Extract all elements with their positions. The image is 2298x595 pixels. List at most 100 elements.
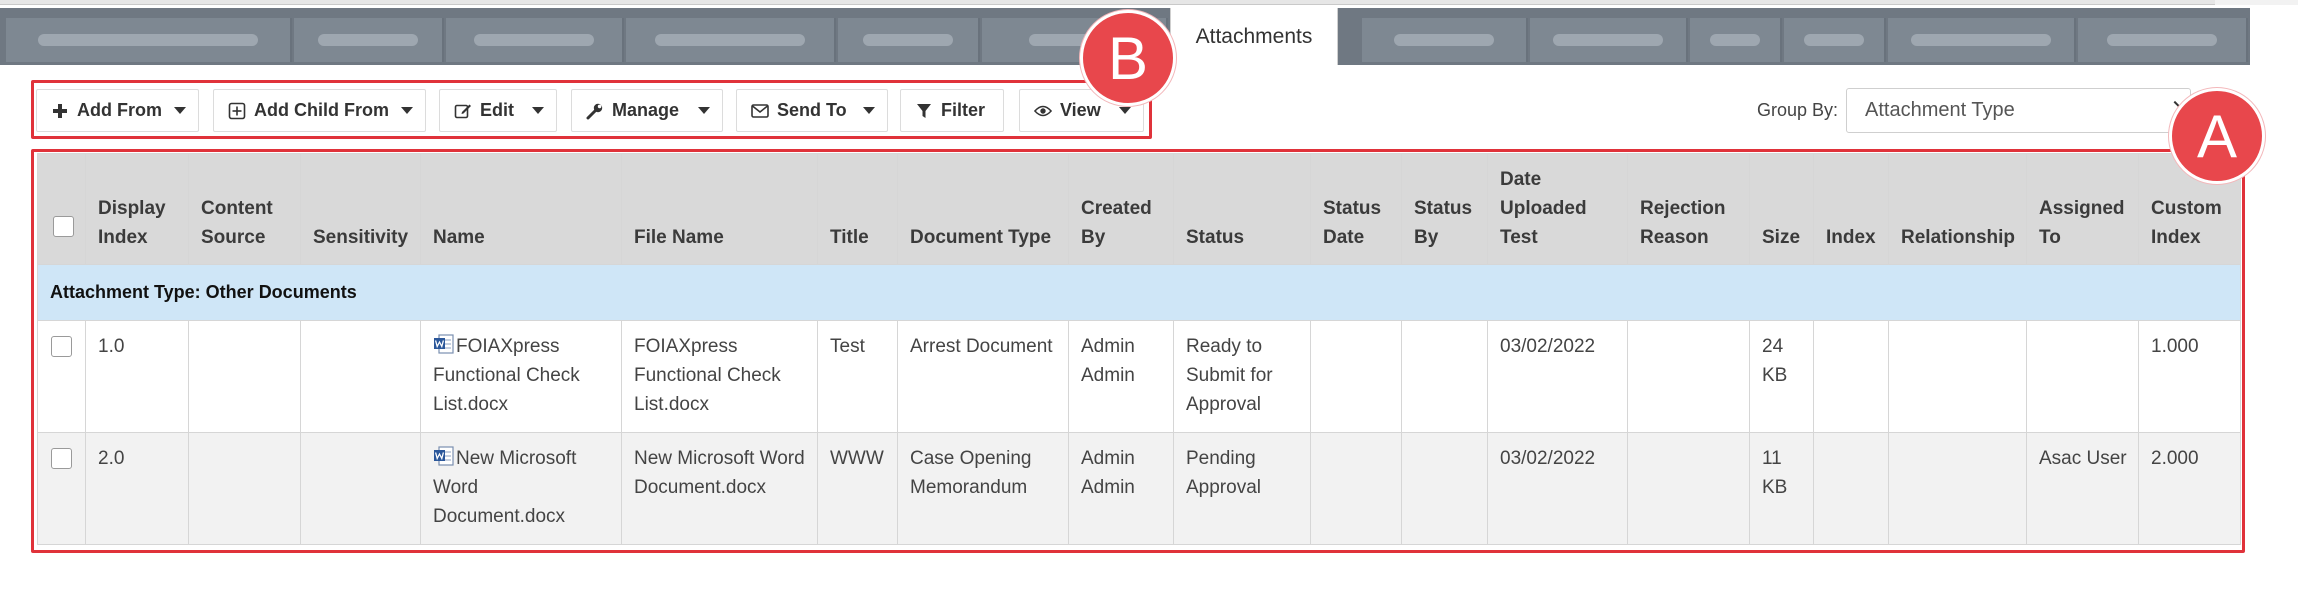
filter-label: Filter (941, 100, 986, 120)
row-select-cell (37, 432, 86, 545)
tab-blurred-12[interactable] (2078, 18, 2248, 62)
cell-date-uploaded: 03/02/2022 (1487, 320, 1628, 433)
column-header-status-date[interactable]: Status Date (1310, 153, 1402, 265)
column-header-rejection-reason[interactable]: Rejection Reason (1627, 153, 1750, 265)
cell-assigned-to (2026, 320, 2139, 433)
wrench-icon (586, 102, 604, 120)
add-child-from-label: Add Child From (254, 100, 389, 120)
column-header-status[interactable]: Status (1173, 153, 1311, 265)
cell-document-type: Case Opening Memorandum (897, 432, 1069, 545)
filter-icon (915, 102, 933, 120)
chevron-down-icon (401, 107, 413, 114)
edit-icon (454, 102, 472, 120)
column-header-relationship[interactable]: Relationship (1888, 153, 2027, 265)
cell-assigned-to: Asac User (2026, 432, 2139, 545)
tab-blurred-11[interactable] (1888, 18, 2076, 62)
column-header-name[interactable]: Name (420, 153, 622, 265)
table-row[interactable]: 2.0 New Microsoft Word Document.docx New… (37, 432, 2241, 545)
attachments-table: Display Index Content Source Sensitivity… (37, 153, 2241, 545)
row-select-cell (37, 320, 86, 433)
column-header-select (37, 153, 86, 265)
cell-size: 11 KB (1749, 432, 1814, 545)
manage-button[interactable]: Manage (571, 89, 723, 132)
chevron-down-icon (174, 107, 186, 114)
edit-label: Edit (480, 100, 514, 120)
column-header-created-by[interactable]: Created By (1068, 153, 1174, 265)
chevron-down-icon (532, 107, 544, 114)
tab-blurred-5[interactable] (838, 18, 980, 62)
tab-blurred-2[interactable] (294, 18, 444, 62)
cell-file-name: FOIAXpress Functional Check List.docx (621, 320, 818, 433)
column-header-content-source[interactable]: Content Source (188, 153, 301, 265)
plus-icon (51, 102, 69, 120)
cell-date-uploaded: 03/02/2022 (1487, 432, 1628, 545)
cell-custom-index: 1.000 (2138, 320, 2241, 433)
column-header-file-name[interactable]: File Name (621, 153, 818, 265)
cell-relationship (1888, 432, 2027, 545)
row-checkbox[interactable] (51, 336, 72, 357)
cell-status-by (1401, 432, 1488, 545)
cell-custom-index: 2.000 (2138, 432, 2241, 545)
eye-icon (1034, 102, 1052, 120)
add-from-button[interactable]: Add From (36, 89, 199, 132)
send-to-label: Send To (777, 100, 847, 120)
tab-blurred-8[interactable] (1530, 18, 1688, 62)
column-header-display-index[interactable]: Display Index (85, 153, 189, 265)
column-header-document-type[interactable]: Document Type (897, 153, 1069, 265)
column-header-sensitivity[interactable]: Sensitivity (300, 153, 421, 265)
row-checkbox[interactable] (51, 448, 72, 469)
plus-square-icon (228, 102, 246, 120)
column-header-status-by[interactable]: Status By (1401, 153, 1488, 265)
chevron-down-icon (863, 107, 875, 114)
manage-label: Manage (612, 100, 680, 120)
tab-blurred-4[interactable] (626, 18, 836, 62)
edit-button[interactable]: Edit (439, 89, 557, 132)
cell-relationship (1888, 320, 2027, 433)
annotation-badge-a: A (2169, 88, 2265, 184)
cell-status-by (1401, 320, 1488, 433)
group-by-selected-value: Attachment Type (1865, 99, 2015, 121)
chevron-down-icon (698, 107, 710, 114)
tab-strip-end (2250, 8, 2298, 65)
tab-blurred-10[interactable] (1784, 18, 1886, 62)
annotation-badge-b: B (1080, 10, 1176, 106)
cell-content-source (188, 320, 301, 433)
cell-sensitivity (300, 432, 421, 545)
column-header-index[interactable]: Index (1813, 153, 1889, 265)
group-by-label: Group By: (1757, 100, 1839, 120)
table-row[interactable]: 1.0 FOIAXpress Functional Check List.doc… (37, 320, 2241, 433)
tab-blurred-7[interactable] (1362, 18, 1528, 62)
view-label: View (1060, 100, 1101, 120)
column-header-title[interactable]: Title (817, 153, 898, 265)
cell-created-by: Admin Admin (1068, 432, 1174, 545)
add-from-label: Add From (77, 100, 162, 120)
column-header-date-uploaded[interactable]: Date Uploaded Test (1487, 153, 1628, 265)
cell-status-date (1310, 320, 1402, 433)
cell-status: Pending Approval (1173, 432, 1311, 545)
cell-title: WWW (817, 432, 898, 545)
group-by-select[interactable]: Attachment Type (1846, 88, 2191, 133)
add-child-from-button[interactable]: Add Child From (213, 89, 426, 132)
chevron-down-icon (1119, 107, 1131, 114)
tab-blurred-3[interactable] (446, 18, 624, 62)
select-all-checkbox[interactable] (53, 216, 74, 237)
cell-name[interactable]: New Microsoft Word Document.docx (420, 432, 622, 545)
tab-attachments[interactable]: Attachments (1170, 8, 1338, 65)
cell-rejection-reason (1627, 320, 1750, 433)
cell-document-type: Arrest Document (897, 320, 1069, 433)
cell-sensitivity (300, 320, 421, 433)
cell-size: 24 KB (1749, 320, 1814, 433)
send-to-button[interactable]: Send To (736, 89, 888, 132)
column-header-size[interactable]: Size (1749, 153, 1814, 265)
tab-blurred-1[interactable] (6, 18, 292, 62)
filter-button[interactable]: Filter (900, 89, 1004, 132)
column-header-assigned-to[interactable]: Assigned To (2026, 153, 2139, 265)
cell-name-text[interactable]: FOIAXpress Functional Check List.docx (433, 336, 580, 415)
group-label[interactable]: Attachment Type: Other Documents (37, 264, 2241, 321)
tab-blurred-9[interactable] (1690, 18, 1782, 62)
top-border-bar (0, 0, 2215, 5)
word-document-icon (434, 334, 454, 354)
cell-name[interactable]: FOIAXpress Functional Check List.docx (420, 320, 622, 433)
cell-display-index: 2.0 (85, 432, 189, 545)
cell-index (1813, 320, 1889, 433)
